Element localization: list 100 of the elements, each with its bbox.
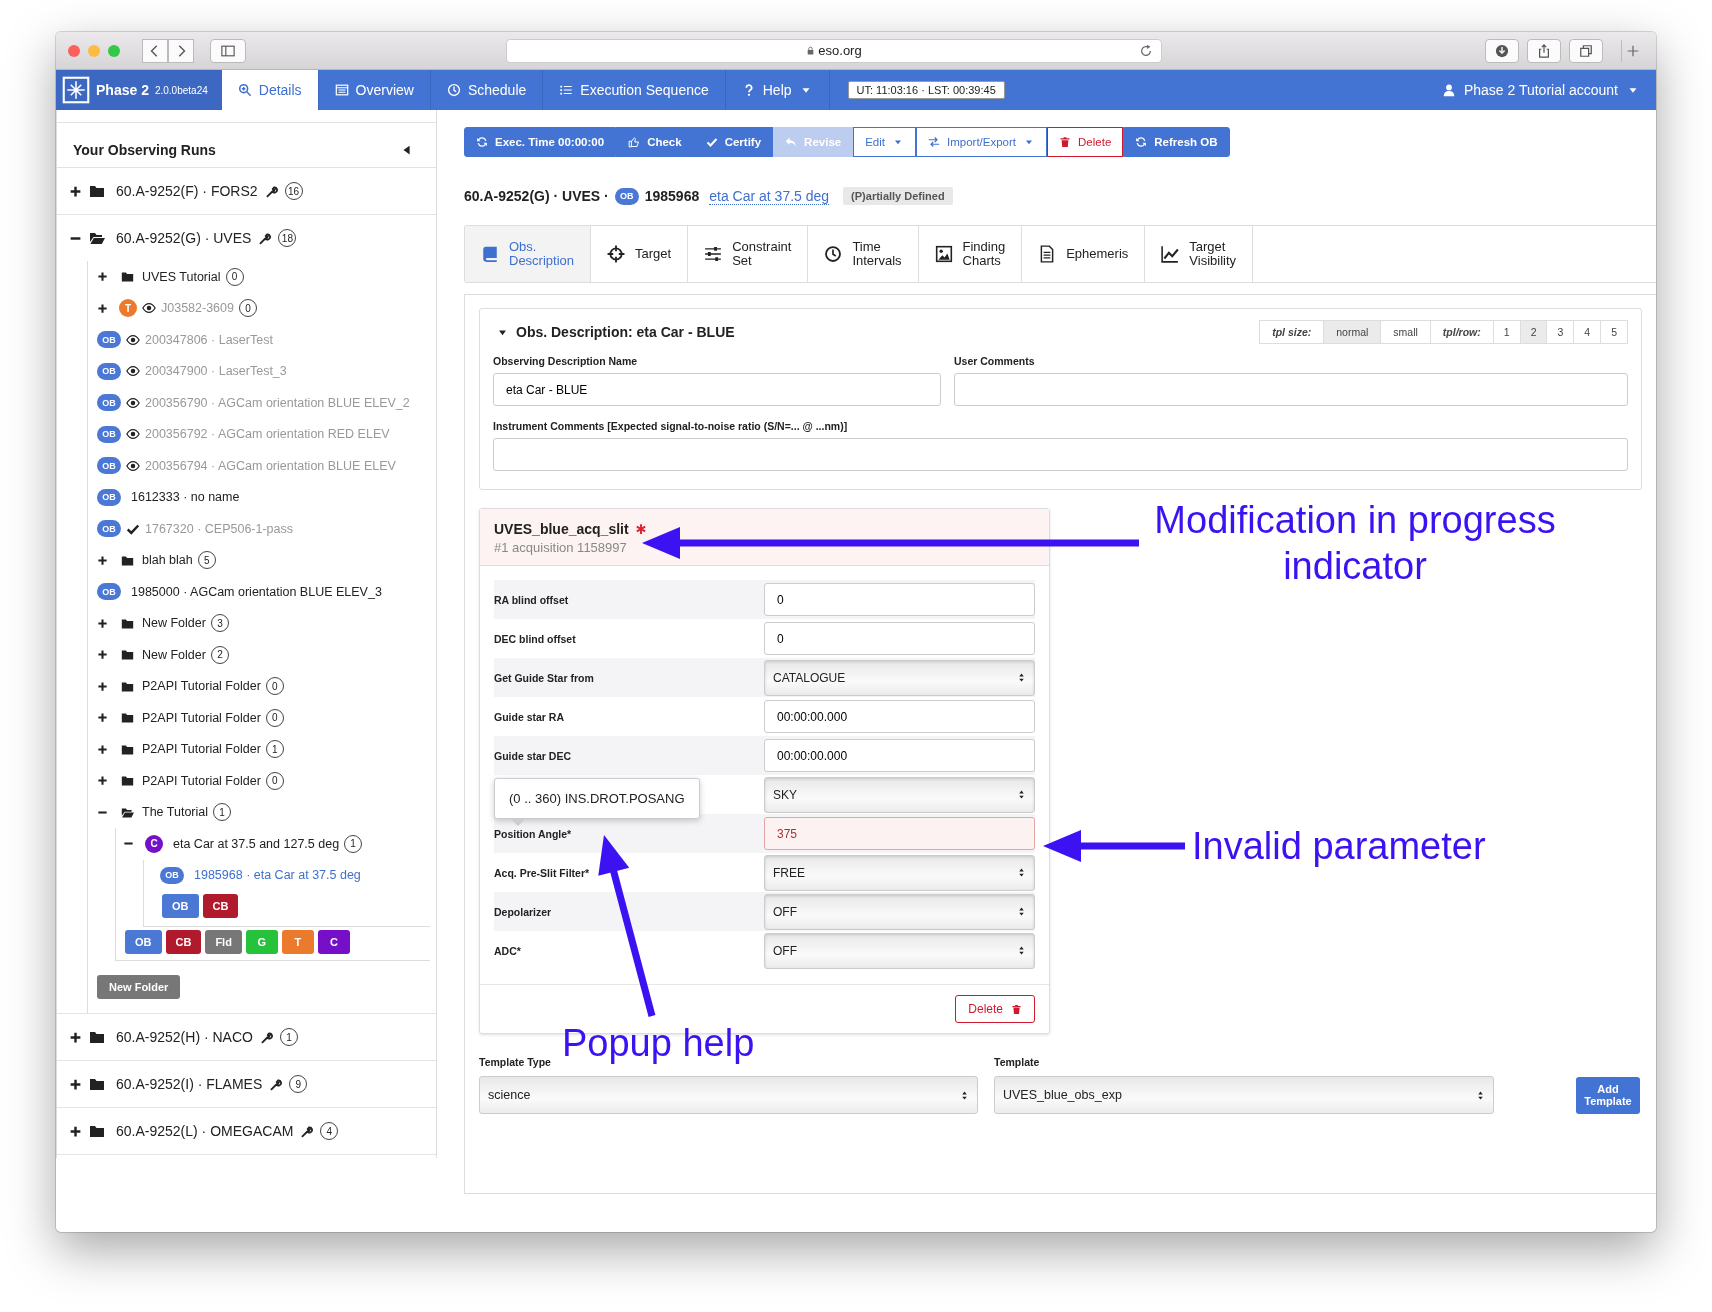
- tab[interactable]: Time Intervals: [808, 226, 919, 282]
- field-label: Instrument Comments [Expected signal-to-noise ratio (S/N=... @ ...nm)]: [493, 420, 849, 432]
- toolbar-button[interactable]: Refresh OB: [1123, 127, 1230, 157]
- ob-name[interactable]: 1612333 · no name: [131, 490, 240, 505]
- select-field[interactable]: CATALOGUE: [764, 659, 1035, 696]
- text-field[interactable]: 0: [764, 583, 1035, 616]
- reload-icon: [1139, 43, 1153, 58]
- folder-open-icon: [89, 230, 105, 246]
- ob-badge: OB: [97, 331, 121, 349]
- expand-toggle[interactable]: [97, 712, 108, 724]
- run-name[interactable]: 60.A-9252(L) · OMEGACAM: [116, 1123, 294, 1139]
- segment-option[interactable]: 3: [1547, 321, 1575, 343]
- tab[interactable]: Finding Charts: [918, 226, 1023, 282]
- ob-name-link[interactable]: eta Car at 37.5 deg: [709, 187, 830, 205]
- ob-name[interactable]: 1985968 · eta Car at 37.5 deg: [194, 868, 361, 883]
- toolbar-button[interactable]: Import/Export: [916, 127, 1048, 157]
- tabs-button[interactable]: [1569, 38, 1603, 63]
- toolbar-button[interactable]: Certify: [693, 127, 774, 157]
- new-tab-icon: [1626, 43, 1640, 58]
- expand-toggle[interactable]: [97, 271, 108, 283]
- text-field[interactable]: 00:00:00.000: [764, 739, 1035, 772]
- select-field[interactable]: UVES_blue_obs_exp: [994, 1076, 1494, 1114]
- create-button[interactable]: C: [317, 930, 350, 954]
- folder-icon: [89, 1076, 105, 1092]
- toolbar-button[interactable]: Exec. Time 00:00:00: [464, 127, 617, 157]
- folder-name[interactable]: P2API Tutorial Folder: [142, 679, 261, 694]
- folder-name[interactable]: UVES Tutorial: [142, 269, 221, 284]
- folder-icon: [121, 553, 134, 567]
- run-name[interactable]: 60.A-9252(F) · FORS2: [116, 183, 258, 199]
- segment-option[interactable]: normal: [1324, 321, 1382, 343]
- tab[interactable]: Ephemeris: [1022, 226, 1146, 282]
- add-template-button[interactable]: Add Template: [1576, 1077, 1640, 1114]
- expand-toggle[interactable]: [97, 649, 108, 661]
- run-name[interactable]: 60.A-9252(H) · NACO: [116, 1029, 253, 1045]
- toolbar-button[interactable]: Delete: [1047, 127, 1124, 157]
- nav-tab[interactable]: Execution Sequence: [543, 70, 726, 110]
- select-field[interactable]: OFF: [764, 932, 1035, 969]
- folder-name[interactable]: blah blah: [142, 553, 193, 568]
- expand-toggle[interactable]: [69, 1124, 82, 1138]
- select-field[interactable]: FREE: [764, 854, 1035, 891]
- sidebar-button[interactable]: [210, 38, 246, 63]
- text-field[interactable]: 00:00:00.000: [764, 700, 1035, 733]
- create-button[interactable]: CB: [202, 894, 239, 918]
- folder-name[interactable]: P2API Tutorial Folder: [142, 710, 261, 725]
- create-button[interactable]: OB: [125, 930, 162, 954]
- expand-toggle[interactable]: [97, 617, 108, 629]
- trash-icon: [1059, 136, 1072, 148]
- expand-toggle[interactable]: [97, 554, 108, 566]
- segment-option[interactable]: small: [1381, 321, 1431, 343]
- folder-name[interactable]: P2API Tutorial Folder: [142, 773, 261, 788]
- tab[interactable]: Target: [591, 226, 689, 282]
- segment-option[interactable]: 1: [1493, 321, 1521, 343]
- select-field[interactable]: SKY: [764, 776, 1035, 813]
- expand-toggle[interactable]: [97, 302, 108, 314]
- text-field[interactable]: [954, 373, 1628, 406]
- address-bar[interactable]: eso.org: [506, 38, 1162, 63]
- folder-name[interactable]: P2API Tutorial Folder: [142, 742, 261, 757]
- select-field[interactable]: science: [479, 1076, 978, 1114]
- create-button[interactable]: OB: [162, 894, 199, 918]
- account-menu[interactable]: Phase 2 Tutorial account: [1425, 70, 1656, 110]
- delete-button[interactable]: Delete: [955, 995, 1035, 1023]
- toolbar-button[interactable]: Edit: [853, 127, 916, 157]
- segment-option[interactable]: 2: [1520, 321, 1548, 343]
- forward-button[interactable]: [168, 38, 194, 63]
- nav-tab[interactable]: Schedule: [430, 70, 544, 110]
- toolbar-button[interactable]: Check: [616, 127, 694, 157]
- text-field[interactable]: 0: [764, 622, 1035, 655]
- tooltip-pointer: [510, 818, 526, 826]
- folder-name[interactable]: New Folder: [142, 647, 206, 662]
- text-field[interactable]: eta Car - BLUE: [493, 373, 941, 406]
- run-name[interactable]: 60.A-9252(G) · UVES: [116, 230, 252, 246]
- select-field[interactable]: OFF: [764, 893, 1035, 930]
- create-button[interactable]: CB: [165, 930, 202, 954]
- ob-name[interactable]: 1985000 · AGCam orientation BLUE ELEV_3: [131, 584, 382, 599]
- tab[interactable]: Constraint Set: [688, 226, 809, 282]
- nav-tab[interactable]: Help: [725, 70, 830, 110]
- segment-option[interactable]: 4: [1574, 321, 1602, 343]
- downloads-button[interactable]: [1485, 38, 1519, 63]
- tab[interactable]: Obs. Description: [465, 226, 591, 282]
- text-field[interactable]: 375: [764, 817, 1035, 850]
- create-button[interactable]: Fld: [205, 930, 242, 954]
- nav-tab[interactable]: Overview: [318, 70, 431, 110]
- expand-toggle[interactable]: [97, 775, 108, 787]
- text-field[interactable]: [493, 438, 1628, 471]
- nav-tab[interactable]: Details: [221, 70, 319, 110]
- run-name[interactable]: 60.A-9252(I) · FLAMES: [116, 1076, 263, 1092]
- expand-toggle[interactable]: [97, 743, 108, 755]
- folder-name[interactable]: New Folder: [142, 616, 206, 631]
- updown-icon: [1017, 672, 1026, 683]
- expand-toggle[interactable]: [97, 680, 108, 692]
- expand-toggle[interactable]: [69, 1030, 82, 1044]
- container-name[interactable]: eta Car at 37.5 and 127.5 deg: [173, 836, 340, 851]
- back-button[interactable]: [142, 38, 168, 63]
- share-button[interactable]: [1527, 38, 1561, 63]
- tab[interactable]: Target Visibility: [1145, 226, 1254, 282]
- new-folder-button[interactable]: New Folder: [97, 975, 181, 999]
- expand-toggle[interactable]: [69, 184, 82, 198]
- segment-option[interactable]: 5: [1601, 321, 1627, 343]
- expand-toggle[interactable]: [69, 1077, 82, 1091]
- folder-name[interactable]: The Tutorial: [142, 805, 208, 820]
